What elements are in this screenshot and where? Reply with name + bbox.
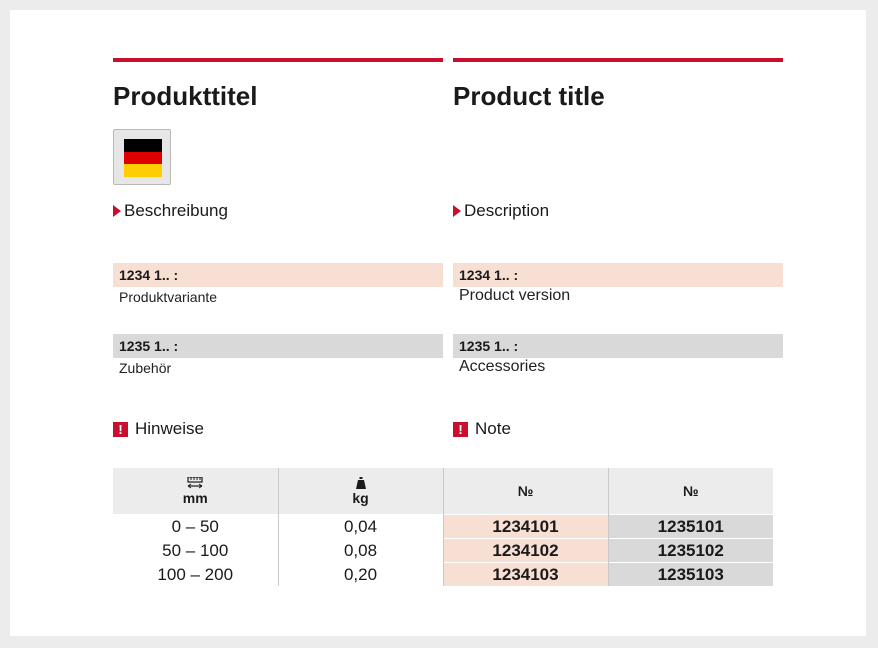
accessory-code-band: 1235 1.. : — [453, 334, 783, 358]
page-title-de: Produkttitel — [113, 81, 258, 111]
variant-code-band: 1234 1.. : — [113, 263, 443, 287]
number-column-header-2: № — [607, 468, 773, 515]
variant-code-band: 1234 1.. : — [453, 263, 783, 287]
weight-cell: 0,08 — [277, 538, 443, 563]
ruler-icon — [187, 476, 203, 488]
description-link-en[interactable]: Description — [453, 201, 549, 221]
description-label: Description — [464, 201, 550, 220]
exclamation-icon: ! — [453, 421, 468, 437]
article-number-cell[interactable]: 1234101 — [442, 514, 608, 539]
page-title-en: Product title — [453, 81, 605, 111]
weight-cell: 0,20 — [277, 562, 443, 586]
length-column-header: mm — [113, 468, 278, 515]
length-cell: 100 – 200 — [113, 562, 278, 586]
triangle-right-icon — [453, 205, 461, 217]
article-number-cell[interactable]: 1234103 — [442, 562, 608, 586]
weight-column-header: kg — [277, 468, 443, 515]
description-link-de[interactable]: Beschreibung — [113, 201, 228, 221]
variant-text: Product version — [459, 287, 571, 304]
weight-unit: kg — [352, 489, 369, 506]
table-row: 50 – 100 0,08 1234102 1235102 — [113, 538, 773, 563]
language-flag-button[interactable] — [113, 129, 171, 185]
table-row: 0 – 50 0,04 1234101 1235101 — [113, 514, 773, 539]
table-header-row: mm kg № № — [113, 468, 773, 515]
accessory-number-cell[interactable]: 1235101 — [607, 514, 773, 539]
accessory-text: Accessories — [459, 358, 546, 375]
red-divider — [453, 58, 783, 62]
length-unit: mm — [182, 489, 208, 506]
triangle-right-icon — [113, 205, 121, 217]
length-cell: 50 – 100 — [113, 538, 278, 563]
spec-table: mm kg № № 0 – 50 0,04 1234101 1235101 50… — [113, 468, 773, 586]
exclamation-icon: ! — [113, 421, 128, 437]
red-divider — [113, 58, 443, 62]
german-column: Produkttitel Beschreibung 1234 1.. : Pro… — [113, 58, 443, 438]
note-link-de[interactable]: ! Hinweise — [113, 419, 204, 439]
article-number-cell[interactable]: 1234102 — [442, 538, 608, 563]
note-label: Hinweise — [135, 419, 204, 438]
length-cell: 0 – 50 — [113, 514, 278, 539]
number-column-header-1: № — [442, 468, 608, 515]
note-link-en[interactable]: ! Note — [453, 419, 511, 439]
table-row: 100 – 200 0,20 1234103 1235103 — [113, 562, 773, 586]
note-label: Note — [475, 419, 511, 438]
accessory-code-band: 1235 1.. : — [113, 334, 443, 358]
germany-flag-icon — [124, 139, 162, 177]
weight-icon — [355, 476, 366, 489]
accessory-number-cell[interactable]: 1235102 — [607, 538, 773, 563]
accessory-text: Zubehör — [119, 360, 172, 376]
variant-text: Produktvariante — [119, 289, 218, 305]
description-label: Beschreibung — [124, 201, 228, 220]
english-column: Product title Description 1234 1.. : Pro… — [453, 58, 783, 438]
accessory-number-cell[interactable]: 1235103 — [607, 562, 773, 586]
weight-cell: 0,04 — [277, 514, 443, 539]
product-sheet: Produkttitel Beschreibung 1234 1.. : Pro… — [10, 10, 866, 636]
